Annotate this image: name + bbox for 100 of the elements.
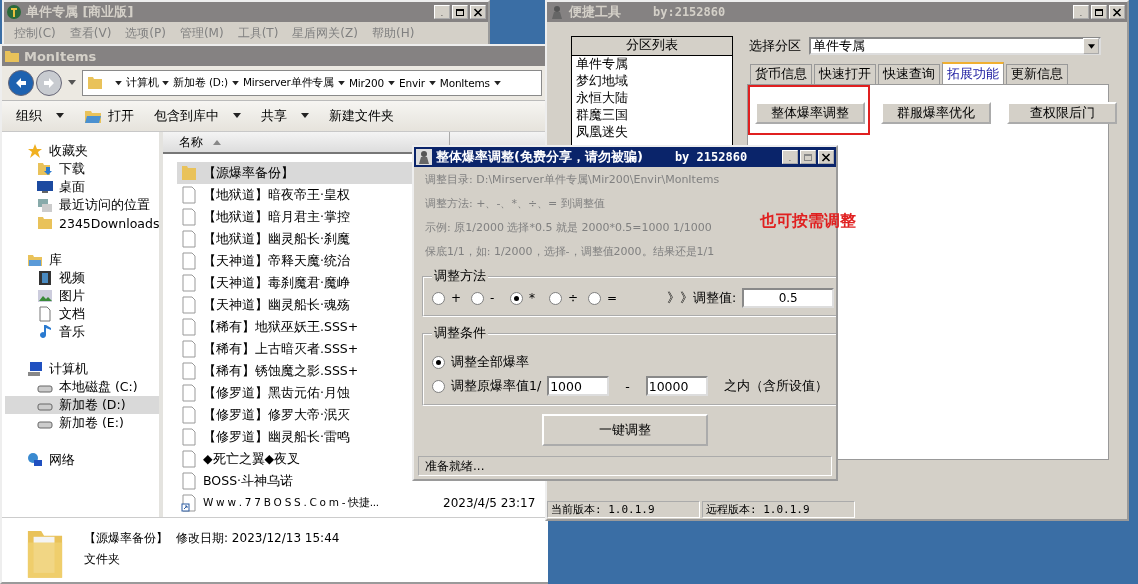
caret-icon xyxy=(115,80,122,86)
status-panel: 当前版本: 1.0.1.9 xyxy=(547,501,700,518)
list-item[interactable]: 群魔三国 xyxy=(572,107,732,124)
nav-item[interactable]: 音乐 xyxy=(5,323,159,341)
nav-item[interactable]: 图片 xyxy=(5,287,159,305)
film-icon xyxy=(37,270,53,286)
list-item[interactable]: 凤凰迷失 xyxy=(572,124,732,141)
file-name: 【地狱道】幽灵船长·刹魔 xyxy=(203,230,350,248)
nav-item[interactable]: 下载 xyxy=(5,160,159,178)
nav-item[interactable]: 网络 xyxy=(5,451,159,469)
breadcrumb-item[interactable]: Mirserver单件专属 xyxy=(242,76,334,90)
nav-item[interactable]: 新加卷 (D:) xyxy=(5,396,159,414)
nav-item[interactable]: 库 xyxy=(5,251,159,269)
document-icon xyxy=(181,472,197,490)
radio-button[interactable] xyxy=(432,291,445,305)
document-icon xyxy=(37,306,53,322)
item-name: 【源爆率备份】 xyxy=(84,530,168,547)
maximize-icon xyxy=(455,7,465,17)
sort-arrow-icon xyxy=(213,139,221,145)
document-icon xyxy=(181,274,197,292)
range-from-field[interactable]: 1000 xyxy=(547,376,610,396)
file-name: 【稀有】地狱巫妖王.SSS+ xyxy=(203,318,359,336)
tab[interactable]: 货币信息 xyxy=(750,64,812,84)
toolbar-button[interactable]: 组织 xyxy=(16,107,64,125)
breadcrumb-item[interactable]: 新加卷 (D:) xyxy=(173,76,228,90)
nav-item[interactable]: 2345Downloads xyxy=(5,214,159,232)
caret-icon xyxy=(231,80,239,86)
window-title: MonItems xyxy=(24,48,97,64)
document-icon xyxy=(181,362,197,380)
nav-item[interactable]: 计算机 xyxy=(5,360,159,378)
radio-button[interactable] xyxy=(432,355,445,369)
info-text: 示例: 原1/2000 选择*0.5 就是 2000*0.5=1000 1/1000 xyxy=(425,220,712,236)
document-icon xyxy=(181,428,197,446)
close-button[interactable] xyxy=(818,150,834,164)
file-name: 【天神道】帝释天魔·统治 xyxy=(203,252,350,270)
file-name: 【天神道】毒刹魔君·魔峥 xyxy=(203,274,350,292)
image-icon xyxy=(37,288,53,304)
action-button[interactable]: 整体爆率调整 xyxy=(755,102,865,124)
partition-dropdown[interactable]: 单件专属 xyxy=(809,37,1101,55)
breadcrumb-item[interactable]: MonItems xyxy=(439,77,490,89)
file-row[interactable]: W w w . 7 7 B O S S . C o m - 快捷... 2023/4/5 23:17 xyxy=(177,492,548,514)
list-item[interactable]: 永恒大陆 xyxy=(572,90,732,107)
radio-option[interactable]: 调整原爆率值1/ xyxy=(432,377,542,395)
breadcrumb-item[interactable]: 计算机 xyxy=(126,76,159,90)
radio-option[interactable]: = xyxy=(588,291,627,305)
nav-item[interactable]: 收藏夹 xyxy=(5,142,159,160)
list-item[interactable]: 梦幻地域 xyxy=(572,73,732,90)
radio-option[interactable]: * xyxy=(510,291,549,305)
toolbar-button[interactable]: 打开 xyxy=(84,107,134,125)
radio-button[interactable] xyxy=(471,291,484,305)
toolbar-button[interactable]: 共享 xyxy=(261,107,309,125)
download-folder-icon xyxy=(37,161,53,177)
radio-option[interactable]: 调整全部爆率 xyxy=(432,350,828,374)
figure-icon xyxy=(416,149,432,165)
folder-icon xyxy=(181,164,197,182)
star-icon xyxy=(27,143,43,159)
adjust-button[interactable]: 一键调整 xyxy=(542,414,708,446)
nav-item[interactable]: 视频 xyxy=(5,269,159,287)
folder-icon xyxy=(84,108,102,124)
radio-button[interactable] xyxy=(510,291,523,305)
radio-button[interactable] xyxy=(549,291,562,305)
list-item[interactable]: 单件专属 xyxy=(572,56,732,73)
value-field[interactable]: 0.5 xyxy=(742,288,835,308)
tab[interactable]: 更新信息 xyxy=(1006,64,1068,84)
forward-button[interactable] xyxy=(36,70,62,96)
field-label: 选择分区 xyxy=(749,37,801,55)
maximize-icon xyxy=(803,152,813,162)
caret-icon xyxy=(233,113,241,119)
nav-item[interactable]: 最近访问的位置 xyxy=(5,196,159,214)
caret-icon xyxy=(428,80,436,86)
status-panel: 远程版本: 1.0.1.9 xyxy=(702,501,855,518)
file-name: 【稀有】上古暗灭者.SSS+ xyxy=(203,340,359,358)
action-button[interactable]: 群服爆率优化 xyxy=(881,102,991,124)
tab[interactable]: 快速查询 xyxy=(878,64,940,84)
toolbar-button[interactable]: 包含到库中 xyxy=(154,107,241,125)
nav-item[interactable]: 本地磁盘 (C:) xyxy=(5,378,159,396)
range-to-field[interactable]: 10000 xyxy=(645,376,708,396)
radio-button[interactable] xyxy=(432,379,445,393)
radio-button[interactable] xyxy=(588,291,601,305)
document-icon xyxy=(181,230,197,248)
nav-item[interactable]: 桌面 xyxy=(5,178,159,196)
group-title: 调整方法 xyxy=(433,268,487,285)
breadcrumb-item[interactable]: Envir xyxy=(399,77,425,89)
annotation-text: 也可按需调整 xyxy=(760,211,856,232)
breadcrumb-item[interactable]: Mir200 xyxy=(348,77,385,89)
tab[interactable]: 拓展功能 xyxy=(942,62,1004,84)
toolbar-button[interactable]: 新建文件夹 xyxy=(329,107,394,125)
modified-date: 修改日期: 2023/12/13 15:44 xyxy=(176,530,340,547)
library-icon xyxy=(27,252,43,268)
address-bar[interactable]: 计算机 新加卷 (D:) Mirserver单件专属 Mir200 Envir MonItems xyxy=(82,70,542,96)
radio-option[interactable]: - xyxy=(471,291,510,305)
file-name: 【稀有】锈蚀魔之影.SSS+ xyxy=(203,362,359,380)
action-button[interactable]: 查权限后门 xyxy=(1007,102,1117,124)
shortcut-icon xyxy=(181,494,197,512)
radio-option[interactable]: + xyxy=(432,291,471,305)
back-button[interactable] xyxy=(8,70,34,96)
nav-item[interactable]: 文档 xyxy=(5,305,159,323)
radio-option[interactable]: ÷ xyxy=(549,291,588,305)
nav-item[interactable]: 新加卷 (E:) xyxy=(5,414,159,432)
tab[interactable]: 快速打开 xyxy=(814,64,876,84)
